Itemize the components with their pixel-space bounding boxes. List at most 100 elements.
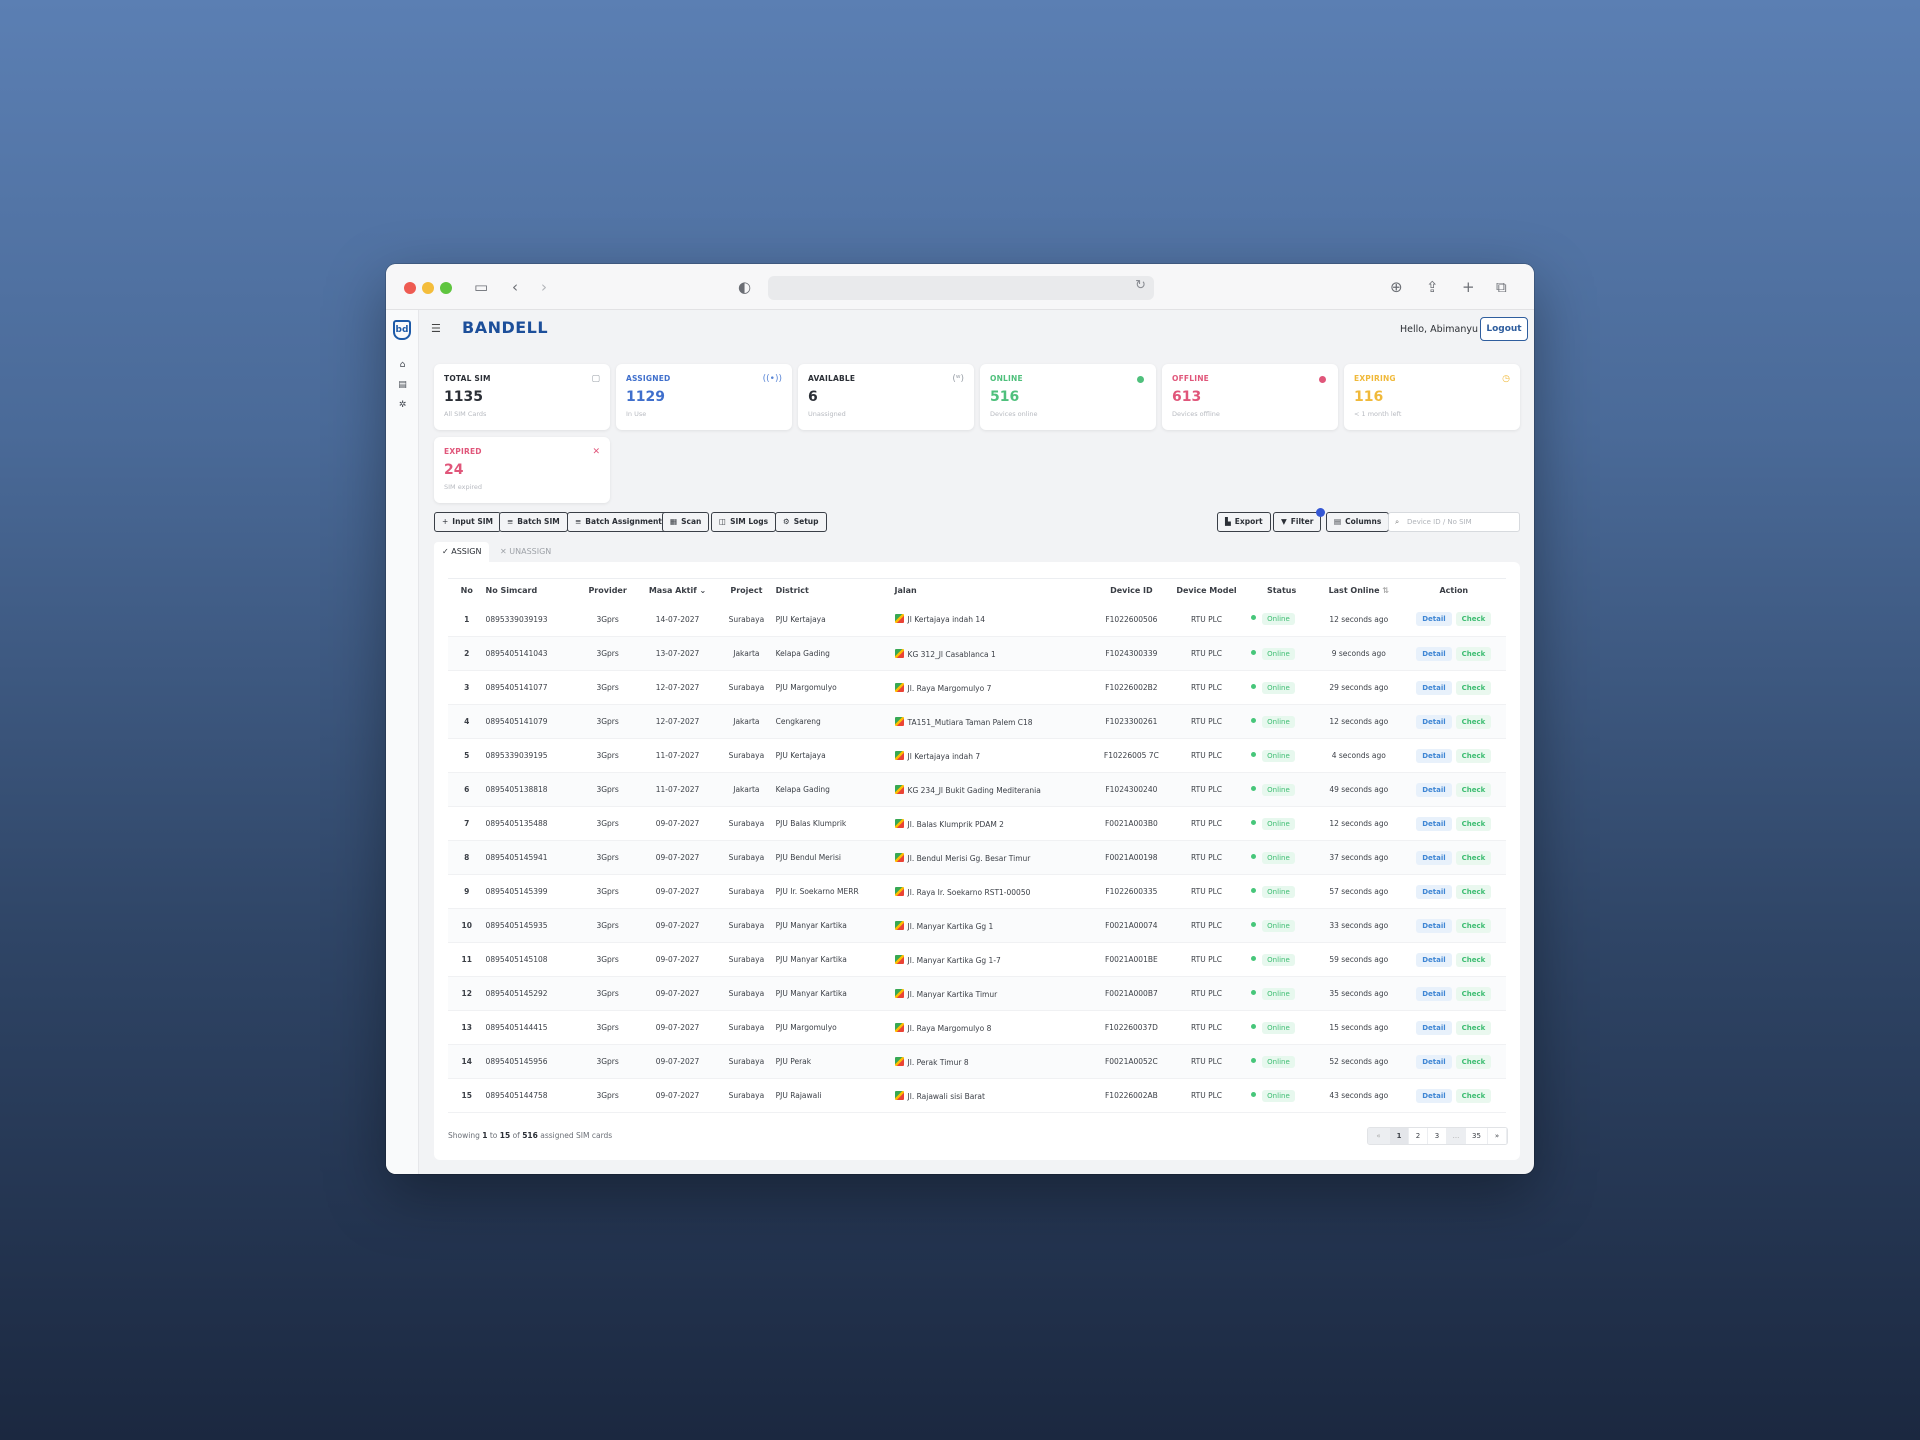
home-icon[interactable]: ⌂ [397,360,408,370]
detail-button[interactable]: Detail [1416,884,1452,899]
setup-button[interactable]: ⚙ Setup [775,512,827,532]
detail-button[interactable]: Detail [1416,646,1452,661]
map-pin-icon[interactable] [894,750,904,760]
columns-button[interactable]: ▤ Columns [1326,512,1390,532]
settings-icon[interactable]: ✲ [397,400,408,410]
table-row[interactable]: 14 0895405145956 3Gprs 09-07-2027 Surabaya PJ… [448,1044,1506,1079]
table-row[interactable]: 9 0895405145399 3Gprs 09-07-2027 Surabaya PJU… [448,874,1506,909]
shield-icon[interactable]: ◐ [738,276,751,298]
table-row[interactable]: 8 0895405145941 3Gprs 09-07-2027 Surabaya PJU… [448,840,1506,875]
reload-icon[interactable]: ↻ [1135,278,1146,293]
map-pin-icon[interactable] [894,1090,904,1100]
input-sim-button[interactable]: + Input SIM [434,512,501,532]
table-row[interactable]: 11 0895405145108 3Gprs 09-07-2027 Surabaya PJ… [448,942,1506,977]
logout-button[interactable]: Logout [1480,317,1528,341]
tab-unassign[interactable]: ✕ UNASSIGN [492,542,559,562]
check-button[interactable]: Check [1455,782,1492,797]
check-button[interactable]: Check [1455,748,1492,763]
check-button[interactable]: Check [1455,884,1492,899]
detail-button[interactable]: Detail [1416,748,1452,763]
detail-button[interactable]: Detail [1416,782,1452,797]
scan-button[interactable]: ▦ Scan [662,512,710,532]
table-row[interactable]: 3 0895405141077 3Gprs 12-07-2027 Surabaya PJU… [448,670,1506,705]
map-pin-icon[interactable] [894,852,904,862]
detail-button[interactable]: Detail [1416,612,1452,627]
minimize-window-button[interactable] [422,282,434,294]
col-header-status[interactable]: Status [1247,578,1317,603]
col-header-device-model[interactable]: Device Model [1165,578,1248,603]
pagination-page-1[interactable]: 1 [1390,1128,1409,1144]
check-button[interactable]: Check [1455,952,1492,967]
table-row[interactable]: 5 0895339039195 3Gprs 11-07-2027 Surabaya PJU… [448,738,1506,773]
maximize-window-button[interactable] [440,282,452,294]
col-header-simcard[interactable]: No Simcard [485,578,578,603]
filter-button[interactable]: ▼ Filter [1273,512,1322,532]
share-icon[interactable]: ⇪ [1426,276,1439,298]
sidebar-toggle-icon[interactable]: ▭ [474,276,488,298]
check-button[interactable]: Check [1455,816,1492,831]
table-row[interactable]: 1 0895339039193 3Gprs 14-07-2027 Surabaya PJU… [448,602,1506,637]
pagination-prev-button[interactable]: « [1368,1128,1390,1144]
batch-sim-button[interactable]: ≡ Batch SIM [499,512,568,532]
map-pin-icon[interactable] [894,920,904,930]
table-row[interactable]: 13 0895405144415 3Gprs 09-07-2027 Surabaya PJ… [448,1010,1506,1045]
pagination-next-button[interactable]: » [1488,1128,1507,1144]
table-row[interactable]: 7 0895405135488 3Gprs 09-07-2027 Surabaya PJU… [448,806,1506,841]
detail-button[interactable]: Detail [1416,850,1452,865]
check-button[interactable]: Check [1455,680,1492,695]
detail-button[interactable]: Detail [1416,986,1452,1001]
col-header-no[interactable]: No [448,578,486,603]
sim-logs-button[interactable]: ◫ SIM Logs [711,512,777,532]
detail-button[interactable]: Detail [1416,680,1452,695]
forward-icon[interactable]: › [541,276,547,298]
col-header-masa-aktif[interactable]: Masa Aktif ⌄ [637,578,718,603]
col-header-jalan[interactable]: Jalan [894,578,1097,603]
document-icon[interactable]: ▤ [397,380,408,390]
detail-button[interactable]: Detail [1416,714,1452,729]
check-button[interactable]: Check [1455,850,1492,865]
map-pin-icon[interactable] [894,716,904,726]
table-row[interactable]: 10 0895405145935 3Gprs 09-07-2027 Surabaya PJ… [448,908,1506,943]
card-available[interactable]: AVAILABLE 6 Unassigned (ʷ) [798,364,974,430]
check-button[interactable]: Check [1455,714,1492,729]
map-pin-icon[interactable] [894,988,904,998]
card-offline[interactable]: OFFLINE 613 Devices offline [1162,364,1338,430]
col-header-device-id[interactable]: Device ID [1096,578,1166,603]
check-button[interactable]: Check [1455,612,1492,627]
card-online[interactable]: ONLINE 516 Devices online [980,364,1156,430]
col-header-provider[interactable]: Provider [577,578,638,603]
address-bar[interactable]: ↻ [768,276,1154,300]
col-header-district[interactable]: District [775,578,895,603]
map-pin-icon[interactable] [894,954,904,964]
check-button[interactable]: Check [1455,918,1492,933]
check-button[interactable]: Check [1455,1088,1492,1103]
table-row[interactable]: 12 0895405145292 3Gprs 09-07-2027 Surabaya PJ… [448,976,1506,1011]
detail-button[interactable]: Detail [1416,1088,1452,1103]
download-icon[interactable]: ⊕ [1390,276,1403,298]
back-icon[interactable]: ‹ [512,276,518,298]
table-row[interactable]: 6 0895405138818 3Gprs 11-07-2027 Jakarta Kela… [448,772,1506,807]
detail-button[interactable]: Detail [1416,816,1452,831]
tab-assign[interactable]: ✓ ASSIGN [434,542,490,562]
export-button[interactable]: ▙ Export [1217,512,1271,532]
card-assigned[interactable]: ASSIGNED 1129 In Use ((•)) [616,364,792,430]
new-tab-icon[interactable]: + [1462,276,1475,298]
map-pin-icon[interactable] [894,818,904,828]
map-pin-icon[interactable] [894,1056,904,1066]
card-total-sim[interactable]: TOTAL SIM 1135 All SIM Cards ▢ [434,364,610,430]
check-button[interactable]: Check [1455,1054,1492,1069]
table-row[interactable]: 4 0895405141079 3Gprs 12-07-2027 Jakarta Ceng… [448,704,1506,739]
map-pin-icon[interactable] [894,886,904,896]
table-row[interactable]: 2 0895405141043 3Gprs 13-07-2027 Jakarta Kela… [448,636,1506,671]
map-pin-icon[interactable] [894,614,904,624]
col-header-project[interactable]: Project [717,578,776,603]
pagination-page-3[interactable]: 3 [1428,1128,1447,1144]
map-pin-icon[interactable] [894,682,904,692]
check-button[interactable]: Check [1455,1020,1492,1035]
close-window-button[interactable] [404,282,416,294]
pagination-page-2[interactable]: 2 [1409,1128,1428,1144]
detail-button[interactable]: Detail [1416,918,1452,933]
search-input[interactable]: ⌕ Device ID / No SIM [1388,512,1520,532]
menu-icon[interactable]: ☰ [431,322,441,335]
table-row[interactable]: 15 0895405144758 3Gprs 09-07-2027 Surabaya PJ… [448,1078,1506,1113]
